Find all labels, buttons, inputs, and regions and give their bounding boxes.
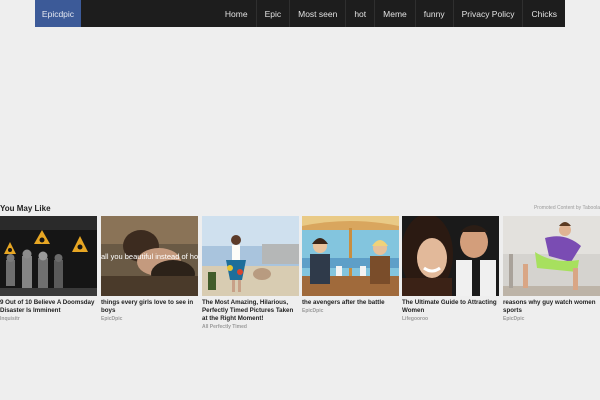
card-source: EpicDpic: [101, 316, 123, 322]
card-thumbnail[interactable]: [202, 216, 299, 296]
nav-item-home[interactable]: Home: [217, 0, 256, 27]
top-navbar: Epicdpic Home Epic Most seen hot Meme fu…: [35, 0, 565, 27]
recommendation-card[interactable]: The Ultimate Guide to Attracting Women L…: [402, 216, 499, 323]
you-may-like-title: You May Like: [0, 204, 51, 213]
nav-item-most-seen[interactable]: Most seen: [289, 0, 345, 27]
recommendation-card[interactable]: reasons why guy watch women sports EpicD…: [503, 216, 600, 323]
card-image-caption: all you beautiful instead of ho: [101, 252, 198, 261]
nav-item-funny[interactable]: funny: [414, 0, 453, 27]
nav-menu: Home Epic Most seen hot Meme funny Priva…: [217, 0, 565, 27]
nav-item-epic[interactable]: Epic: [255, 0, 290, 27]
recommendation-card[interactable]: The Most Amazing, Hilarious, Perfectly T…: [202, 216, 299, 331]
you-may-like-header: You May Like Promoted Content by Taboola: [0, 204, 600, 216]
card-source: Lifegooroo: [402, 316, 429, 322]
card-source: EpicDpic: [302, 308, 324, 314]
card-thumbnail[interactable]: [0, 216, 97, 296]
card-title[interactable]: things every girls love to see in boys: [101, 299, 198, 315]
recommendation-card[interactable]: 9 Out of 10 Believe A Doomsday Disaster …: [0, 216, 97, 323]
card-title[interactable]: the avengers after the battle: [302, 299, 399, 307]
recommendation-card[interactable]: all you beautiful instead of ho things e…: [101, 216, 198, 323]
sponsor-link[interactable]: Promoted Content by Taboola: [534, 205, 600, 211]
recommendation-cards: 9 Out of 10 Believe A Doomsday Disaster …: [0, 216, 600, 336]
card-source: Inquisitr: [0, 316, 20, 322]
nav-item-hot[interactable]: hot: [345, 0, 374, 27]
card-thumbnail[interactable]: all you beautiful instead of ho: [101, 216, 198, 296]
nav-item-meme[interactable]: Meme: [374, 0, 415, 27]
card-thumbnail[interactable]: [302, 216, 399, 296]
card-title[interactable]: The Most Amazing, Hilarious, Perfectly T…: [202, 299, 299, 323]
card-source: All Perfectly Timed: [202, 324, 247, 330]
brand-logo-link[interactable]: Epicdpic: [35, 0, 81, 27]
nav-item-privacy-policy[interactable]: Privacy Policy: [452, 0, 523, 27]
card-title[interactable]: The Ultimate Guide to Attracting Women: [402, 299, 499, 315]
card-thumbnail[interactable]: [503, 216, 600, 296]
card-source: EpicDpic: [503, 316, 525, 322]
recommendation-card[interactable]: the avengers after the battle EpicDpic: [302, 216, 399, 315]
nav-item-chicks[interactable]: Chicks: [522, 0, 565, 27]
card-thumbnail[interactable]: [402, 216, 499, 296]
card-title[interactable]: reasons why guy watch women sports: [503, 299, 600, 315]
card-title[interactable]: 9 Out of 10 Believe A Doomsday Disaster …: [0, 299, 97, 315]
